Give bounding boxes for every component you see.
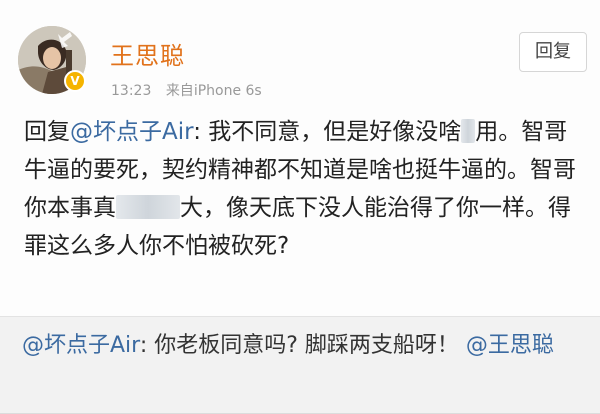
post-meta: 13:23 来自iPhone 6s [111,80,262,100]
censor-mosaic [116,194,180,219]
source-prefix: 来自 [165,83,194,99]
verified-badge-icon: V [64,70,86,92]
post-time: 13:23 [111,83,152,99]
post-text-1: 我不同意，但是好像没啥 [200,119,462,145]
avatar[interactable]: V [18,26,86,94]
reply-button[interactable]: 回复 [519,32,587,72]
quoted-body: : 你老板同意吗? 脚踩两支船呀！ [139,333,459,358]
colon: : [193,119,201,145]
weibo-post: V 王思聪 13:23 来自iPhone 6s 回复 回复@坏点子Air: 我不… [0,0,600,316]
source-device[interactable]: iPhone 6s [194,83,262,99]
author-name[interactable]: 王思聪 [110,36,185,71]
quoted-mention-back-link[interactable]: @王思聪 [466,333,554,358]
reply-prefix: 回复 [24,119,70,145]
mention-link[interactable]: @坏点子Air [70,119,193,145]
quoted-text: @坏点子Air: 你老板同意吗? 脚踩两支船呀！ @王思聪 [22,329,587,363]
post-content: 回复@坏点子Air: 我不同意，但是好像没啥 用。智哥牛逼的要死，契约精神都不知道… [24,113,584,265]
censor-mosaic [461,118,476,143]
quoted-post[interactable]: @坏点子Air: 你老板同意吗? 脚踩两支船呀！ @王思聪 [0,317,600,414]
quoted-mention-link[interactable]: @坏点子Air [22,333,140,358]
